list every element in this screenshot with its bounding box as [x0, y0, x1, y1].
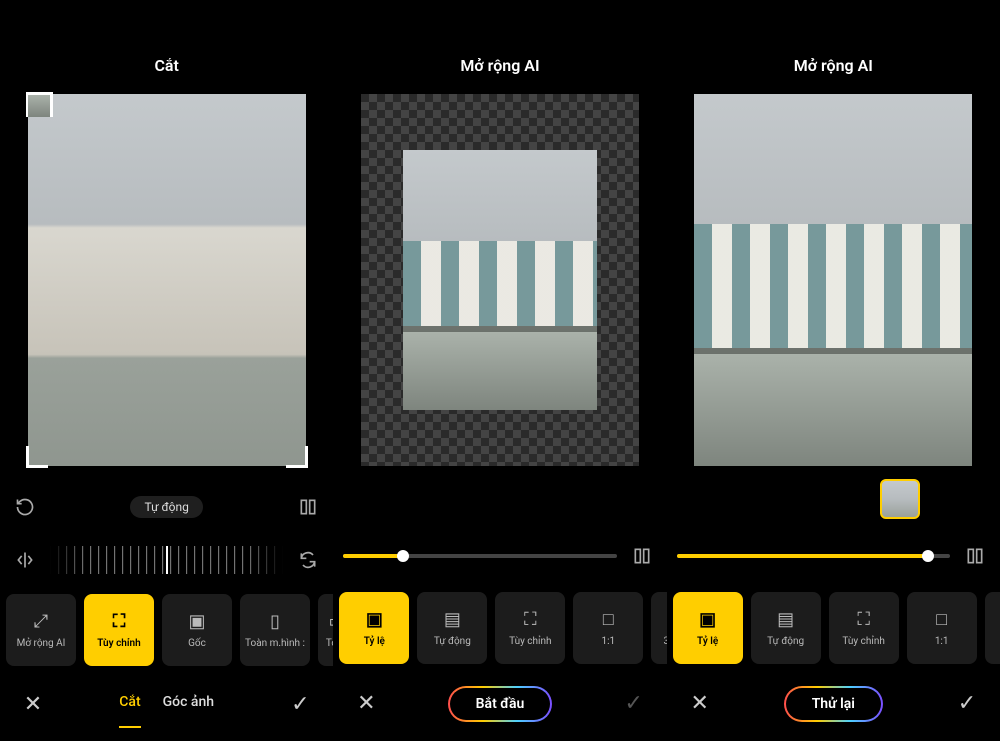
- cancel-button[interactable]: ✕: [18, 692, 48, 717]
- panel-ai-expand-start: Mở rộng AI ▣ Tỷ lệ ▤ Tự động ⛶ Tùy chỉnh…: [333, 0, 666, 741]
- confirm-button[interactable]: ✓: [952, 691, 982, 716]
- tab-crop[interactable]: Cắt: [119, 694, 140, 716]
- result-thumbnail[interactable]: [880, 479, 920, 519]
- expand-slider[interactable]: [343, 554, 616, 558]
- tool-more[interactable]: ▯: [985, 592, 1000, 664]
- square-icon: □: [603, 609, 614, 630]
- expand-ai-icon: ⤢: [34, 611, 48, 632]
- reset-icon[interactable]: [10, 492, 40, 522]
- expand-slider-row: [333, 529, 666, 583]
- tool-original[interactable]: ▣ Gốc: [162, 594, 232, 666]
- photo-preview[interactable]: [28, 94, 306, 466]
- tool-auto[interactable]: ▤ Tự động: [751, 592, 821, 664]
- custom-icon: ⛶: [857, 609, 870, 630]
- straighten-ruler[interactable]: [50, 546, 283, 574]
- compare-icon[interactable]: [960, 541, 990, 571]
- start-button[interactable]: Bắt đầu: [448, 686, 553, 722]
- tool-ratio[interactable]: ▣ Tỷ lệ: [339, 592, 409, 664]
- panel-crop: Cắt Tự động ⤢ Mở rộng AI ⛶ Tùy: [0, 0, 333, 741]
- cancel-button[interactable]: ✕: [351, 691, 381, 716]
- compare-icon[interactable]: [627, 541, 657, 571]
- tool-3-4[interactable]: ▯ 3:4: [651, 592, 666, 664]
- panel-title: Mở rộng AI: [333, 56, 666, 75]
- tool-fullscreen-2[interactable]: ▭ Toàn: [318, 594, 333, 666]
- tab-perspective[interactable]: Góc ảnh: [163, 694, 214, 716]
- expand-canvas[interactable]: [333, 85, 666, 475]
- bottom-bar: ✕ Bắt đầu ✓: [333, 667, 666, 741]
- tool-1-1[interactable]: □ 1:1: [573, 592, 643, 664]
- aspect-tool-row: ⤢ Mở rộng AI ⛶ Tùy chỉnh ▣ Gốc ▯ Toàn m.…: [0, 592, 333, 668]
- tool-1-1[interactable]: □ 1:1: [907, 592, 977, 664]
- panel-ai-expand-result: Mở rộng AI ▣ Tỷ lệ ▤ Tự động ⛶ Tùy chỉnh…: [667, 0, 1000, 741]
- custom-icon: ⛶: [113, 611, 126, 632]
- confirm-button: ✓: [619, 691, 649, 716]
- tool-ratio[interactable]: ▣ Tỷ lệ: [673, 592, 743, 664]
- panel-title: Cắt: [0, 56, 333, 75]
- custom-icon: ⛶: [524, 609, 537, 630]
- tool-auto[interactable]: ▤ Tự động: [417, 592, 487, 664]
- fullscreen-icon: ▯: [270, 611, 280, 632]
- straighten-row: [0, 534, 333, 587]
- tool-custom[interactable]: ⛶ Tùy chỉnh: [829, 592, 899, 664]
- aspect-tool-row: ▣ Tỷ lệ ▤ Tự động ⛶ Tùy chỉnh □ 1:1 ▯: [667, 589, 1000, 667]
- retry-button[interactable]: Thử lại: [784, 686, 883, 722]
- flip-horizontal-icon[interactable]: [10, 545, 40, 575]
- result-canvas[interactable]: [667, 85, 1000, 475]
- checker-background: [361, 94, 639, 466]
- mirror-icon[interactable]: [293, 492, 323, 522]
- bottom-bar: ✕ Thử lại ✓: [667, 667, 1000, 741]
- tabs: Cắt Góc ảnh: [119, 694, 214, 716]
- crop-options-row: Tự động: [0, 481, 333, 534]
- ratio-icon: ▣: [699, 609, 716, 630]
- bottom-bar: ✕ Cắt Góc ảnh ✓: [0, 668, 333, 741]
- tool-custom[interactable]: ⛶ Tùy chỉnh: [84, 594, 154, 666]
- photo-preview[interactable]: [403, 150, 597, 410]
- crop-canvas[interactable]: [0, 85, 333, 475]
- ratio-icon: ▣: [366, 609, 383, 630]
- tool-fullscreen[interactable]: ▯ Toàn m.hình :: [240, 594, 310, 666]
- cancel-button[interactable]: ✕: [685, 691, 715, 716]
- original-icon: ▣: [188, 611, 205, 632]
- square-icon: □: [936, 609, 947, 630]
- auto-icon: ▤: [444, 609, 461, 630]
- auto-icon: ▤: [777, 609, 794, 630]
- tool-custom[interactable]: ⛶ Tùy chỉnh: [495, 592, 565, 664]
- expand-slider-row: [667, 529, 1000, 583]
- photo-result[interactable]: [694, 94, 972, 466]
- expand-slider[interactable]: [677, 554, 950, 558]
- panel-title: Mở rộng AI: [667, 56, 1000, 75]
- confirm-button[interactable]: ✓: [285, 692, 315, 717]
- tool-expand-ai[interactable]: ⤢ Mở rộng AI: [6, 594, 76, 666]
- auto-chip[interactable]: Tự động: [130, 496, 202, 518]
- aspect-tool-row: ▣ Tỷ lệ ▤ Tự động ⛶ Tùy chỉnh □ 1:1 ▯ 3:…: [333, 589, 666, 667]
- rotate-icon[interactable]: [293, 545, 323, 575]
